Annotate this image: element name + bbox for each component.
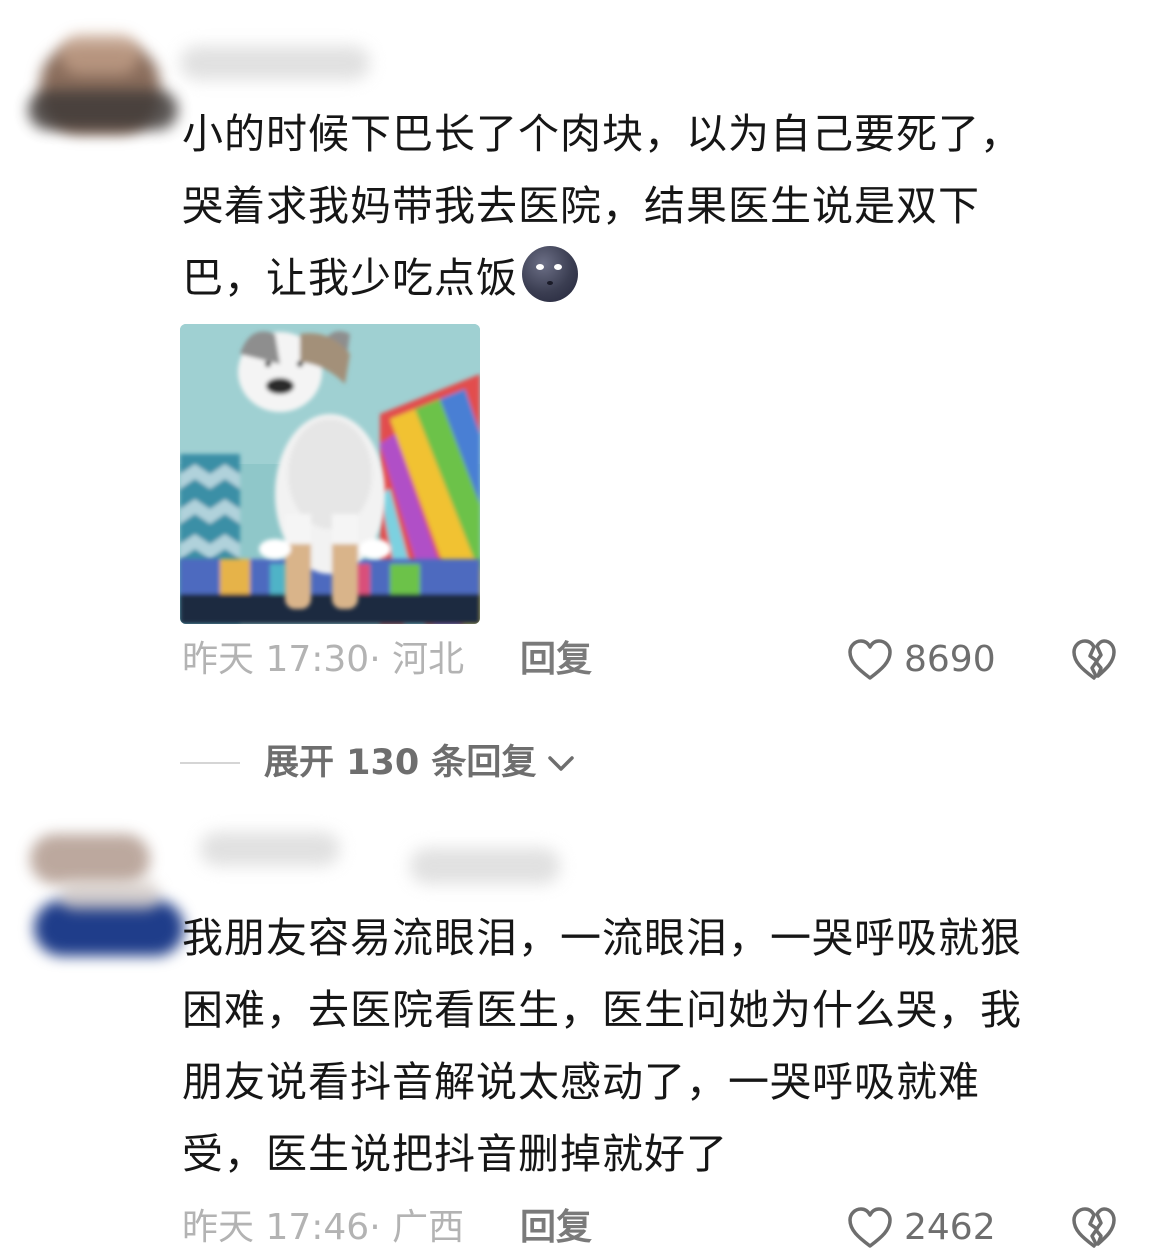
avatar[interactable] (20, 34, 178, 144)
expand-replies-button[interactable]: 展开 130 条回复 (180, 740, 680, 786)
expand-replies-label: 展开 130 条回复 (264, 743, 537, 783)
cat-sticker-graphic (180, 324, 480, 624)
comment-text: 小的时候下巴长了个肉块，以为自己要死了， 哭着求我妈带我去医院，结果医生说是双下… (182, 98, 1102, 314)
heart-icon (848, 1207, 892, 1248)
like-count: 2462 (904, 1207, 996, 1248)
reply-button[interactable]: 回复 (520, 1206, 592, 1250)
comment-text-line: 朋友说看抖音解说太感动了，一哭呼吸就难 (182, 1058, 980, 1106)
comment-text-line: 受，医生说把抖音删掉就好了 (182, 1130, 728, 1178)
broken-heart-dislike-icon[interactable] (1070, 638, 1118, 682)
reply-button[interactable]: 回复 (520, 638, 592, 682)
comment-text-line: 困难，去医院看医生，医生问她为什么哭，我 (182, 986, 1022, 1034)
comment-meta-row: 昨天 17:46· 广西 回复 2462 (182, 1206, 1132, 1250)
like-button[interactable]: 8690 (846, 638, 1016, 682)
username[interactable] (190, 820, 670, 900)
new-moon-face-emoji-icon (522, 246, 578, 302)
like-count: 8690 (904, 639, 996, 680)
comment-meta-row: 昨天 17:30· 河北 回复 8690 (182, 638, 1132, 682)
chevron-down-icon (548, 756, 574, 771)
like-button[interactable]: 2462 (846, 1206, 1016, 1250)
cat-sticker-image[interactable] (180, 324, 480, 624)
comment-item-1: 小的时候下巴长了个肉块，以为自己要死了， 哭着求我妈带我去医院，结果医生说是双下… (0, 0, 1170, 700)
comment-timestamp-location: 昨天 17:30· 河北 (182, 639, 465, 680)
comment-text-line: 巴，让我少吃点饭 (182, 254, 518, 302)
avatar[interactable] (20, 830, 184, 960)
comment-text-line: 哭着求我妈带我去医院，结果医生说是双下 (182, 182, 980, 230)
divider-line (180, 762, 240, 764)
comment-text-line: 我朋友容易流眼泪，一流眼泪，一哭呼吸就狠 (182, 914, 1022, 962)
comment-text: 我朋友容易流眼泪，一流眼泪，一哭呼吸就狠 困难，去医院看医生，医生问她为什么哭，… (182, 902, 1102, 1190)
comment-timestamp-location: 昨天 17:46· 广西 (182, 1207, 465, 1248)
comment-text-line: 小的时候下巴长了个肉块，以为自己要死了， (182, 110, 1022, 158)
heart-icon (848, 639, 892, 680)
username[interactable] (180, 40, 380, 80)
broken-heart-dislike-icon[interactable] (1070, 1206, 1118, 1250)
comment-item-2: 我朋友容易流眼泪，一流眼泪，一哭呼吸就狠 困难，去医院看医生，医生问她为什么哭，… (0, 810, 1170, 1258)
